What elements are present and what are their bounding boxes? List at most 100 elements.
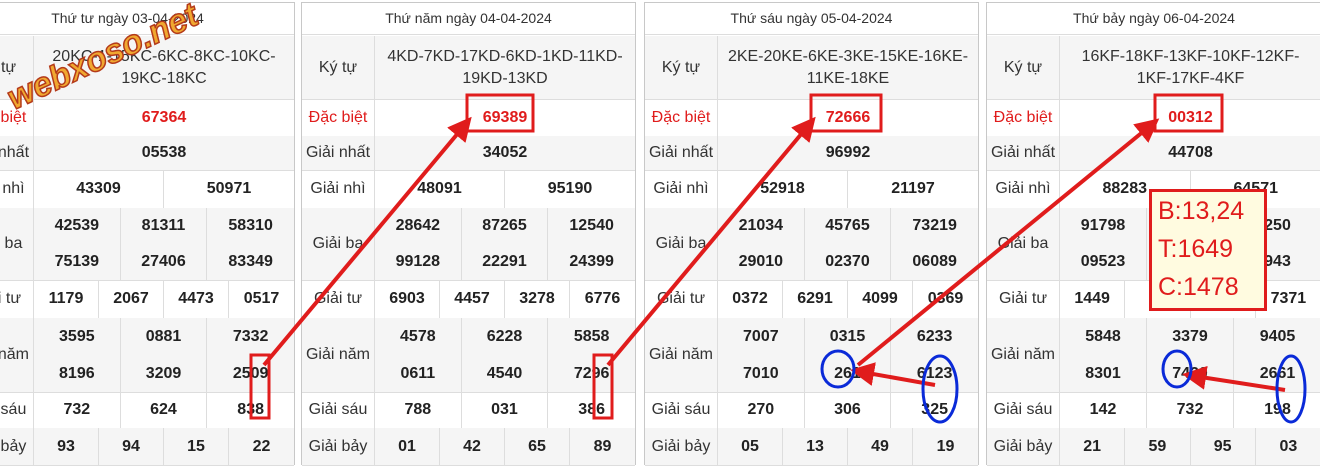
prize-number: 1449 [1060,280,1125,318]
prize-number: 05538 [34,136,294,170]
row-values: 05134919 [718,428,978,465]
prize-number: 22 [229,428,294,465]
row-values: 584833799405830174202661 [1060,318,1320,392]
row-label: Giải năm [302,318,375,392]
row-values: 270306325 [718,392,978,428]
row-label: Giải sáu [0,392,34,428]
row-values: 4809195190 [375,170,635,208]
prize-number: 09523 [1060,244,1147,280]
prize-number: 6123 [891,355,978,392]
row-values: 96992 [718,136,978,170]
prize-number: 49 [848,428,913,465]
prize-number: 02370 [805,244,892,280]
row-values: 425398131158310751392740683349 [34,208,294,280]
prize-number: 58310 [207,208,294,244]
prize-number: 83349 [207,244,294,280]
row-values: 00312 [1060,99,1320,136]
prize-number: 5858 [548,318,635,355]
prize-number: 386 [548,392,635,428]
prize-number: 59 [1125,428,1190,465]
row-values: 0372629140990369 [718,280,978,318]
panel-title: Thứ sáu ngày 05-04-2024 [645,3,978,35]
row-values: 2KE-20KE-6KE-3KE-15KE-16KE-11KE-18KE [718,36,978,99]
prize-number: 28642 [375,208,462,244]
prize-number: 06089 [891,244,978,280]
row-label: Giải nhất [302,136,375,170]
row-label: Giải tư [645,280,718,318]
stats-c: C:1478 [1158,268,1264,306]
prize-number: 00312 [1060,99,1320,136]
prize-number: 5848 [1060,318,1147,355]
row-bay: Giải bảy21599503 [987,428,1320,466]
prize-number: 7007 [718,318,805,355]
row-label: Giải sáu [645,392,718,428]
row-label: Giải bảy [302,428,375,465]
row-values: 67364 [34,99,294,136]
row-values: 05538 [34,136,294,170]
row-sau: Giải sáu788031386 [302,392,635,429]
row-label: Đặc biệt [987,99,1060,136]
row-nhat: Giải nhất44708 [987,136,1320,171]
row-values: 457862285858061145407296 [375,318,635,392]
prize-number: 34052 [375,136,635,170]
result-panel-1: Thứ tư ngày 03-04-2024Ký tự20KC-1-15KC-6… [0,2,295,465]
prize-number: 95 [1191,428,1256,465]
row-label: Giải ba [302,208,375,280]
prize-number: 4578 [375,318,462,355]
prize-number: 27406 [121,244,208,280]
prize-number: 9405 [1234,318,1320,355]
prize-number: 24399 [548,244,635,280]
row-values: 70070315623370102616123 [718,318,978,392]
prize-number: 99128 [375,244,462,280]
row-label: Giải sáu [302,392,375,428]
prize-number: 21 [1060,428,1125,465]
prize-number: 42 [440,428,505,465]
prize-number: 03 [1256,428,1320,465]
prize-number: 7296 [548,355,635,392]
row-nam: Giải năm584833799405830174202661 [987,318,1320,393]
row-bay: Giải bảy01426589 [302,428,635,466]
prize-number: 87265 [462,208,549,244]
row-sau: Giải sáu270306325 [645,392,978,429]
prize-number: 3379 [1147,318,1234,355]
row-label: Ký tự [987,36,1060,99]
row-db: Đặc biệt00312 [987,99,1320,137]
row-label: Giải ba [987,208,1060,280]
prize-number: 94 [99,428,164,465]
row-values: 5291821197 [718,170,978,208]
row-label: Giải nhì [987,170,1060,208]
prize-number: 45765 [805,208,892,244]
prize-number: 81311 [121,208,208,244]
row-label: Ký tự [0,36,34,99]
prize-number: 270 [718,392,805,428]
prize-number: 73219 [891,208,978,244]
prize-number: 8301 [1060,355,1147,392]
row-label: Giải bảy [645,428,718,465]
row-values: 4330950971 [34,170,294,208]
row-label: Giải tư [302,280,375,318]
result-panel-3: Thứ sáu ngày 05-04-2024Ký tự2KE-20KE-6KE… [644,2,979,465]
row-nhat: Giải nhất05538 [0,136,294,171]
prize-number: 42539 [34,208,121,244]
prize-number: 89 [570,428,635,465]
prize-number: 96992 [718,136,978,170]
row-values: 93941522 [34,428,294,465]
row-ky: Ký tự16KF-18KF-13KF-10KF-12KF-1KF-17KF-4… [987,36,1320,100]
row-ba: Giải ba286428726512540991282229124399 [302,208,635,281]
row-nhat: Giải nhất34052 [302,136,635,171]
row-values: 4KD-7KD-17KD-6KD-1KD-11KD-19KD-13KD [375,36,635,99]
prize-number: 788 [375,392,462,428]
row-values: 16KF-18KF-13KF-10KF-12KF-1KF-17KF-4KF [1060,36,1320,99]
stats-t: T:1649 [1158,230,1264,268]
row-db: Đặc biệt67364 [0,99,294,137]
row-values: 34052 [375,136,635,170]
prize-number: 65 [505,428,570,465]
row-db: Đặc biệt72666 [645,99,978,137]
prize-number: 6228 [462,318,549,355]
ky-tu-codes: 20KC-1-15KC-6KC-8KC-10KC-19KC-18KC [34,36,294,99]
prize-number: 3595 [34,318,121,355]
prize-number: 6776 [570,280,635,318]
prize-number: 732 [1147,392,1234,428]
prize-number: 4540 [462,355,549,392]
prize-number: 7010 [718,355,805,392]
